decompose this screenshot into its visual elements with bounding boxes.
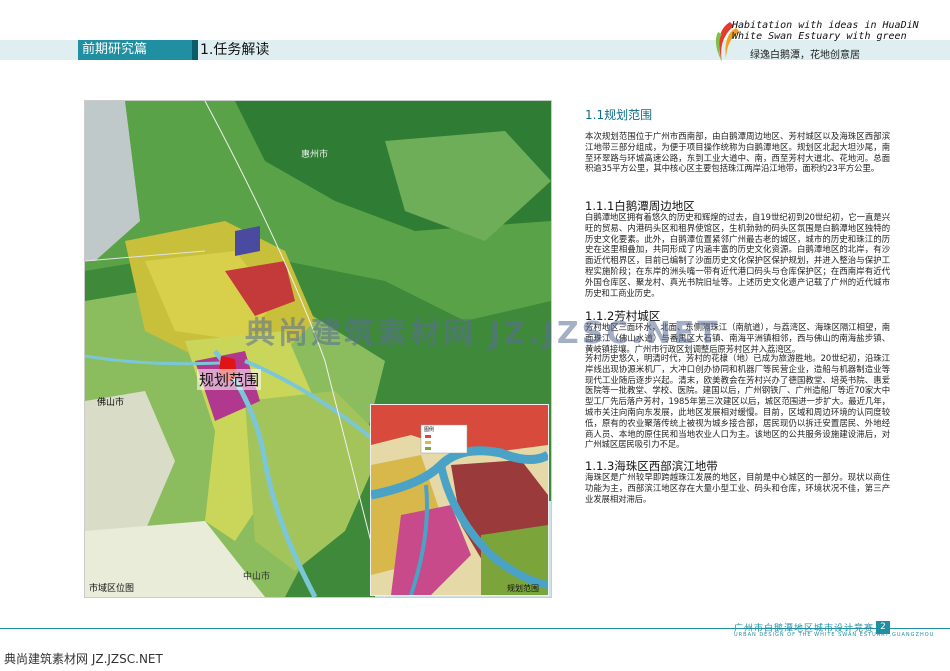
logo-english: Habitation with ideas in HuaDiN White Sw… xyxy=(732,20,919,42)
planning-area-label: 规划范围 xyxy=(197,369,262,390)
paragraph-planning-scope: 本次规划范围位于广州市西南部，由白鹅潭周边地区、芳村城区以及海珠区西部滨江地带三… xyxy=(585,131,890,174)
caption-planning-map: 规划范围 xyxy=(507,584,539,593)
bottom-watermark: 典尚建筑素材网 JZ.JZSC.NET xyxy=(4,652,163,666)
label-zhongshan: 中山市 xyxy=(243,572,271,582)
section-title-planning-scope: 1.1规划范围 xyxy=(585,108,653,122)
inset-legend-title: 图例 xyxy=(424,427,435,433)
logo-line-1: Habitation with ideas in HuaDiN xyxy=(732,20,919,31)
planning-area-inset-map: 图例 规划范围 xyxy=(370,404,549,596)
section-label-text: 前期研究篇 xyxy=(82,42,148,57)
footer-title-en: URBAN DESIGN OF THE WHITE SWAN ESTUARY,G… xyxy=(734,632,935,638)
paragraph-fangcun-history: 芳村历史悠久，明清时代，芳村的花棣（地）已成为旅游胜地。20世纪初，沿珠江岸线出… xyxy=(585,353,890,450)
center-watermark: 典尚建筑素材网 JZ.JZSC.NET xyxy=(245,316,721,351)
caption-regional-map: 市域区位图 xyxy=(89,584,135,594)
inset-graphic xyxy=(371,405,548,595)
page-title: 1.任务解读 xyxy=(200,42,270,58)
paragraph-baietan: 白鹅潭地区拥有着悠久的历史和辉煌的过去，自19世纪初到20世纪初，它一直是兴旺的… xyxy=(585,212,890,298)
paragraph-haizhu: 海珠区是广州较早即跨越珠江发展的地区，目前是中心城区的一部分。现状以商住功能为主… xyxy=(585,472,890,504)
section-label: 前期研究篇 xyxy=(78,40,198,60)
label-huizhou: 惠州市 xyxy=(301,150,329,160)
label-foshan: 佛山市 xyxy=(97,398,125,408)
page-number: 2 xyxy=(876,621,890,634)
logo-chinese: 绿逸白鹅潭，花地创意居 xyxy=(750,50,860,61)
logo-line-2: White Swan Estuary with green xyxy=(732,31,907,42)
section-label-marker xyxy=(192,40,198,60)
